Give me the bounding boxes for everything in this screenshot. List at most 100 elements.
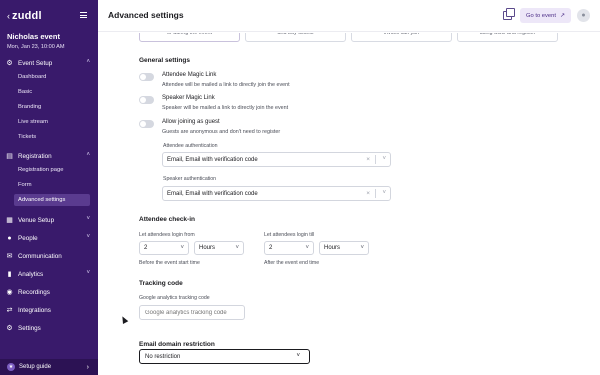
speaker-magic-link-toggle[interactable] [139, 96, 154, 104]
copy-icon[interactable] [503, 8, 515, 20]
divider [375, 189, 376, 198]
login-till-unit-value: Hours [324, 245, 341, 251]
sidebar-group-label: Venue Setup [18, 216, 55, 224]
speaker-magic-link-row: Speaker Magic Link Speaker will be maile… [139, 95, 339, 115]
email-domain-value: No restriction [145, 353, 181, 360]
setup-guide-button[interactable]: ★ Setup guide › [0, 359, 98, 375]
arrow-up-right-icon: ↗ [559, 13, 565, 19]
login-till-number-select[interactable]: 2 ˅ [264, 241, 314, 255]
sidebar-item-live-stream[interactable]: Live stream [14, 116, 90, 128]
registration-icon: ▤ [6, 152, 13, 160]
sidebar-group-analytics[interactable]: ▮ Analytics ˅ [0, 267, 98, 281]
sidebar-group-label: Analytics [18, 270, 44, 278]
go-to-event-label: Go to event [525, 12, 556, 19]
chevron-down-icon: ˅ [180, 245, 184, 251]
sidebar-group-integrations[interactable]: ⇄ Integrations [0, 303, 98, 317]
chevron-down-icon[interactable]: ˅ [382, 156, 386, 162]
chevron-down-icon[interactable]: ˅ [382, 190, 386, 196]
avatar[interactable]: ● [577, 9, 590, 22]
registration-option-card[interactable]: using SSO and register [457, 33, 558, 42]
recordings-icon: ◉ [6, 288, 13, 296]
login-from-unit-select[interactable]: Hours ˅ [194, 241, 244, 255]
sidebar-item-branding[interactable]: Branding [14, 101, 90, 113]
chevron-down-icon: ˅ [360, 245, 364, 251]
sidebar: ‹ zuddl Nicholas event Mon, Jan 23, 10:0… [0, 0, 98, 375]
email-domain-select[interactable]: No restriction ˅ [139, 349, 310, 364]
analytics-icon: ▮ [7, 270, 12, 278]
speaker-magic-link-label: Speaker Magic Link [162, 95, 215, 101]
sidebar-item-registration-page[interactable]: Registration page [14, 164, 90, 176]
sidebar-group-label: Registration [18, 152, 52, 160]
divider [375, 155, 376, 164]
attendee-auth-value: Email, Email with verification code [167, 156, 258, 163]
ga-tracking-input[interactable] [139, 305, 245, 320]
event-date: Mon, Jan 23, 10:00 AM [7, 44, 65, 50]
venue-icon: ▦ [6, 216, 13, 224]
go-to-event-button[interactable]: Go to event ↗ [520, 8, 571, 23]
sidebar-group-label: Recordings [18, 288, 50, 296]
event-name: Nicholas event [7, 32, 60, 41]
tracking-code-title: Tracking code [139, 280, 183, 287]
sidebar-item-dashboard[interactable]: Dashboard [14, 71, 90, 83]
setup-guide-label: Setup guide [19, 364, 52, 370]
sidebar-item-basic[interactable]: Basic [14, 86, 90, 98]
hamburger-menu-icon[interactable] [80, 12, 87, 18]
login-till-number-value: 2 [269, 245, 273, 251]
clear-icon[interactable]: × [366, 190, 370, 197]
logo-row[interactable]: ‹ zuddl [7, 10, 91, 22]
speaker-auth-select[interactable]: Email, Email with verification code × ˅ [162, 186, 391, 201]
gear-icon: ⚙ [6, 59, 13, 67]
login-from-hint: Before the event start time [139, 260, 200, 266]
attendee-checkin-title: Attendee check-in [139, 216, 195, 223]
allow-guest-toggle[interactable] [139, 120, 154, 128]
clear-icon[interactable]: × [366, 156, 370, 163]
email-domain-title: Email domain restriction [139, 341, 215, 348]
allow-guest-label: Allow joining as guest [162, 119, 220, 125]
sidebar-group-recordings[interactable]: ◉ Recordings [0, 285, 98, 299]
sidebar-group-people[interactable]: ● People ˅ [0, 231, 98, 245]
sidebar-item-form[interactable]: Form [14, 179, 90, 191]
attendee-auth-select[interactable]: Email, Email with verification code × ˅ [162, 152, 391, 167]
attendee-auth-label: Attendee authentication [163, 143, 218, 149]
chevron-down-icon: ˅ [305, 245, 309, 251]
settings-content: or during the event and buy tickets invi… [98, 33, 600, 375]
login-till-hint: After the event end time [264, 260, 320, 266]
login-till-unit-select[interactable]: Hours ˅ [319, 241, 369, 255]
registration-option-card[interactable]: invites can join [351, 33, 452, 42]
chevron-down-icon: ˅ [86, 270, 90, 276]
sidebar-group-event-setup[interactable]: ⚙ Event Setup ˄ [0, 56, 98, 70]
chevron-down-icon: ˅ [86, 216, 90, 222]
people-icon: ● [7, 234, 12, 242]
sidebar-item-tickets[interactable]: Tickets [14, 131, 90, 143]
sidebar-item-advanced-settings[interactable]: Advanced settings [14, 194, 90, 206]
registration-option-card[interactable]: and buy tickets [245, 33, 346, 42]
login-from-number-select[interactable]: 2 ˅ [139, 241, 189, 255]
login-from-unit-value: Hours [199, 245, 216, 251]
chevron-right-icon: › [86, 363, 89, 371]
ga-tracking-label: Google analytics tracking code [139, 295, 210, 301]
sidebar-group-settings[interactable]: ⚙ Settings [0, 321, 98, 335]
registration-option-card[interactable]: or during the event [139, 33, 240, 42]
chevron-left-icon[interactable]: ‹ [7, 10, 10, 22]
user-icon: ● [581, 12, 586, 19]
sidebar-group-label: Event Setup [18, 59, 53, 67]
sidebar-group-label: People [18, 234, 38, 242]
sidebar-group-communication[interactable]: ✉ Communication [0, 249, 98, 263]
communication-icon: ✉ [6, 252, 13, 260]
sidebar-group-label: Communication [18, 252, 62, 260]
sidebar-group-label: Integrations [18, 306, 51, 314]
speaker-magic-link-desc: Speaker will be mailed a link to directl… [162, 105, 289, 111]
chevron-up-icon: ˄ [86, 152, 90, 158]
attendee-magic-link-toggle[interactable] [139, 73, 154, 81]
login-from-label: Let attendees login from [139, 232, 195, 238]
sidebar-group-registration[interactable]: ▤ Registration ˄ [0, 149, 98, 163]
sidebar-group-label: Settings [18, 324, 41, 332]
integrations-icon: ⇄ [6, 306, 13, 314]
star-icon: ★ [7, 363, 15, 371]
allow-guest-desc: Guests are anonymous and don't need to r… [162, 129, 281, 135]
sidebar-group-venue-setup[interactable]: ▦ Venue Setup ˅ [0, 213, 98, 227]
chevron-down-icon: ˅ [235, 245, 239, 251]
top-header: Advanced settings Go to event ↗ ● [98, 0, 600, 32]
speaker-auth-label: Speaker authentication [163, 176, 217, 182]
general-settings-title: General settings [139, 57, 190, 64]
